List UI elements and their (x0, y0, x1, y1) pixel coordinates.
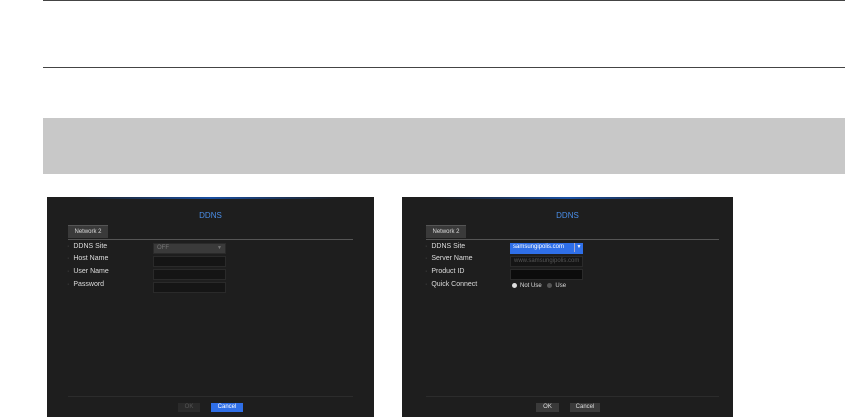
user-name-input[interactable] (153, 269, 226, 280)
ok-button[interactable]: OK (536, 403, 559, 412)
chevron-down-icon: ▼ (574, 243, 583, 252)
cancel-button[interactable]: Cancel (570, 403, 600, 412)
radio-label: Use (555, 283, 567, 289)
label-server-name: Server Name (425, 255, 472, 262)
label-quick-connect: Quick Connect (425, 281, 477, 288)
ddns-dialog-samsung: DDNS Network 2 DDNS Site samsungipolis.c… (402, 197, 733, 417)
radio-selected-icon (512, 282, 517, 288)
product-id-input[interactable] (510, 269, 583, 280)
label-ddns-site: DDNS Site (425, 243, 465, 250)
top-rule (43, 0, 845, 1)
server-name-input: www.samsungipolis.com (510, 256, 583, 267)
tab-network-2[interactable]: Network 2 (68, 225, 108, 238)
radio-empty-icon (547, 282, 553, 288)
ddns-site-select[interactable]: samsungipolis.com ▼ (510, 243, 583, 254)
tab-network-2[interactable]: Network 2 (426, 225, 466, 238)
ddns-site-select[interactable]: OFF ▼ (153, 243, 226, 254)
footer-divider (68, 396, 353, 397)
ddns-dialog-off: DDNS Network 2 DDNS Site OFF▼ Host Name … (47, 197, 374, 417)
ok-button[interactable]: OK (178, 403, 200, 412)
divider (68, 239, 353, 240)
label-product-id: Product ID (425, 268, 464, 275)
top-glow (79, 197, 342, 199)
footer-divider (426, 396, 719, 397)
ddns-site-value: samsungipolis.com (513, 244, 565, 250)
ddns-site-value: OFF (157, 245, 169, 251)
gray-band (43, 118, 845, 174)
radio-label: Not Use (520, 283, 542, 289)
label-password: Password (67, 281, 104, 288)
section-rule (43, 67, 845, 68)
label-host-name: Host Name (67, 255, 108, 262)
cancel-button[interactable]: Cancel (211, 403, 243, 412)
radio-use[interactable]: Use (547, 282, 567, 289)
label-user-name: User Name (67, 268, 108, 275)
host-name-input[interactable] (153, 256, 226, 267)
password-input[interactable] (153, 282, 226, 293)
dialog-title: DDNS (199, 211, 222, 220)
radio-not-use[interactable]: Not Use (512, 282, 542, 289)
chevron-down-icon: ▼ (217, 245, 222, 251)
quick-connect-radios: Not Use Use (512, 281, 566, 292)
label-ddns-site: DDNS Site (67, 243, 107, 250)
divider (426, 239, 719, 240)
dialog-title: DDNS (556, 211, 579, 220)
top-glow (435, 197, 700, 199)
